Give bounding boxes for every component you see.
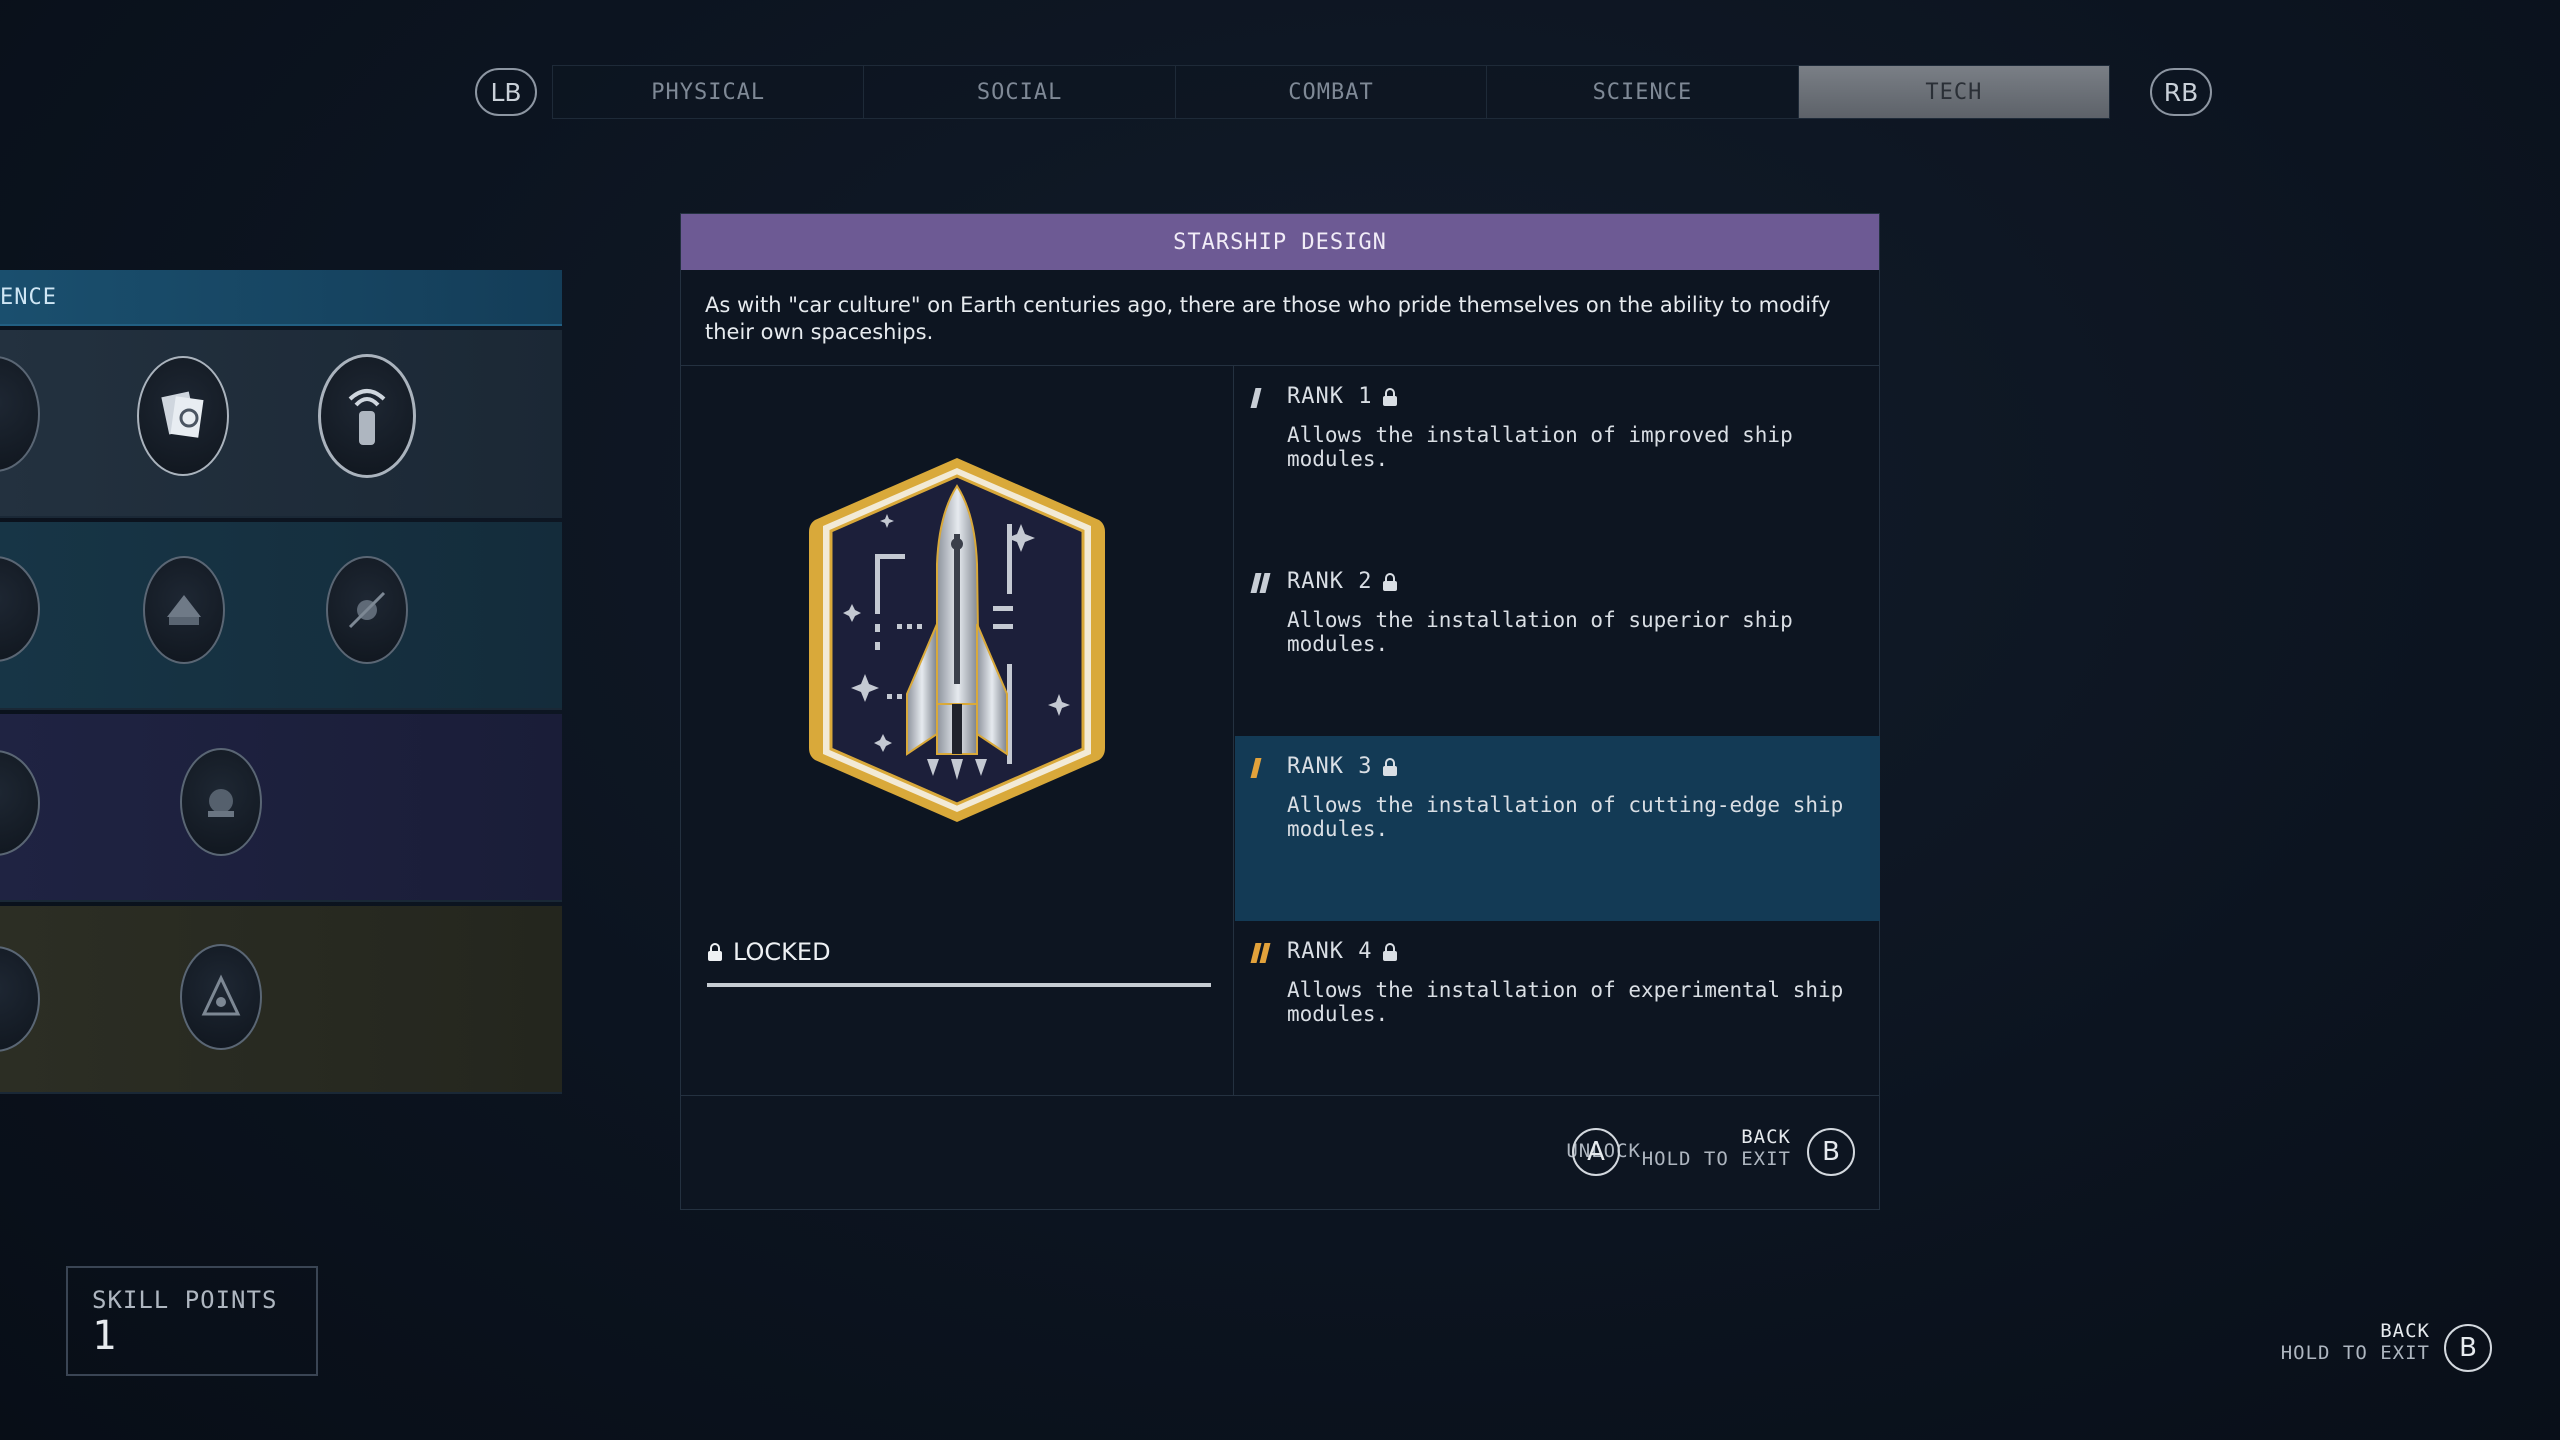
rank-item-2[interactable]: RANK 2 Allows the installation of superi… [1235, 551, 1880, 736]
scanner-device-icon[interactable] [318, 354, 416, 478]
rank-4-marker-icon [1250, 943, 1271, 963]
skill-icon-partial[interactable] [0, 750, 40, 856]
skill-detail-panel: STARSHIP DESIGN As with "car culture" on… [680, 213, 1880, 1210]
rank-list: RANK 1 Allows the installation of improv… [1235, 366, 1880, 1096]
global-back-text: BACK HOLD TO EXIT [2210, 1320, 2430, 1364]
skill-description: As with "car culture" on Earth centuries… [681, 270, 1879, 366]
panel-back-prompt: BACK HOLD TO EXIT [1621, 1126, 1791, 1170]
rank-1-description: Allows the installation of improved ship… [1287, 423, 1793, 471]
tab-science[interactable]: SCIENCE [1487, 66, 1799, 118]
unlock-a-button[interactable]: A [1572, 1128, 1620, 1176]
rank-3-marker-icon [1250, 758, 1262, 778]
skill-title: STARSHIP DESIGN [681, 214, 1879, 270]
skill-category-tabbar: LB PHYSICAL SOCIAL COMBAT SCIENCE TECH R… [0, 0, 2560, 180]
lock-icon [1383, 572, 1398, 591]
skill-badge-column: LOCKED [681, 366, 1234, 1096]
rank-progress-bar [707, 983, 1211, 987]
rank-4-label: RANK 4 [1287, 939, 1373, 964]
outpost-structure-icon[interactable] [143, 556, 225, 664]
skill-tier-1 [0, 330, 562, 518]
lock-status-label: LOCKED [733, 938, 831, 966]
rb-bumper-button[interactable]: RB [2150, 68, 2212, 116]
skill-tier-3 [0, 714, 562, 902]
rank-4-description: Allows the installation of experimental … [1287, 978, 1844, 1026]
rank-item-4[interactable]: RANK 4 Allows the installation of experi… [1235, 921, 1880, 1096]
global-back-label: BACK [2380, 1320, 2430, 1342]
panel-back-b-button[interactable]: B [1807, 1128, 1855, 1176]
skill-points-label: SKILL POINTS [92, 1286, 278, 1314]
tab-tech[interactable]: TECH [1798, 66, 2110, 118]
atom-structure-icon[interactable] [180, 944, 262, 1050]
tab-combat[interactable]: COMBAT [1175, 66, 1488, 118]
tree-header: ENCE [0, 270, 562, 326]
rank-item-1[interactable]: RANK 1 Allows the installation of improv… [1235, 366, 1880, 551]
skill-tier-2 [0, 522, 562, 710]
skill-points-box: SKILL POINTS 1 [66, 1266, 318, 1376]
rank-item-3[interactable]: RANK 3 Allows the installation of cuttin… [1235, 736, 1880, 921]
lb-bumper-button[interactable]: LB [475, 68, 537, 116]
panel-back-label: BACK [1741, 1126, 1791, 1148]
category-tabs: PHYSICAL SOCIAL COMBAT SCIENCE TECH [552, 65, 2110, 119]
skill-body: LOCKED RANK 1 Allows the installation of… [681, 366, 1880, 1096]
skill-tier-4 [0, 906, 562, 1094]
skill-icon-partial[interactable] [0, 946, 40, 1052]
rank-2-label: RANK 2 [1287, 569, 1373, 594]
rank-3-label: RANK 3 [1287, 754, 1373, 779]
skill-icon-partial[interactable] [0, 556, 40, 662]
rank-1-marker-icon [1250, 388, 1262, 408]
rank-2-marker-icon [1250, 573, 1271, 593]
rank-1-label: RANK 1 [1287, 384, 1373, 409]
disabled-planet-icon[interactable] [326, 556, 408, 664]
rank-3-description: Allows the installation of cutting-edge … [1287, 793, 1844, 841]
panel-footer: UNLOCK A BACK HOLD TO EXIT B [681, 1096, 1879, 1209]
lock-icon [1383, 757, 1398, 776]
lock-icon [1383, 942, 1398, 961]
planet-habitat-icon[interactable] [180, 748, 262, 856]
global-hold-label: HOLD TO EXIT [2280, 1342, 2430, 1364]
global-back-prompt: BACK HOLD TO EXIT B [2192, 1320, 2492, 1380]
rank-2-description: Allows the installation of superior ship… [1287, 608, 1793, 656]
tab-social[interactable]: SOCIAL [864, 66, 1176, 118]
panel-hold-label: HOLD TO EXIT [1641, 1148, 1791, 1170]
lock-icon [1383, 387, 1398, 406]
lock-icon [708, 943, 722, 961]
research-document-icon[interactable] [137, 356, 229, 476]
skill-icon-partial[interactable] [0, 356, 40, 472]
starship-design-badge-icon [809, 458, 1105, 822]
lock-status: LOCKED [707, 938, 831, 966]
tab-physical[interactable]: PHYSICAL [553, 66, 865, 118]
global-back-b-button[interactable]: B [2444, 1324, 2492, 1372]
skill-points-value: 1 [92, 1313, 117, 1359]
skill-tree: ENCE [0, 270, 562, 1100]
